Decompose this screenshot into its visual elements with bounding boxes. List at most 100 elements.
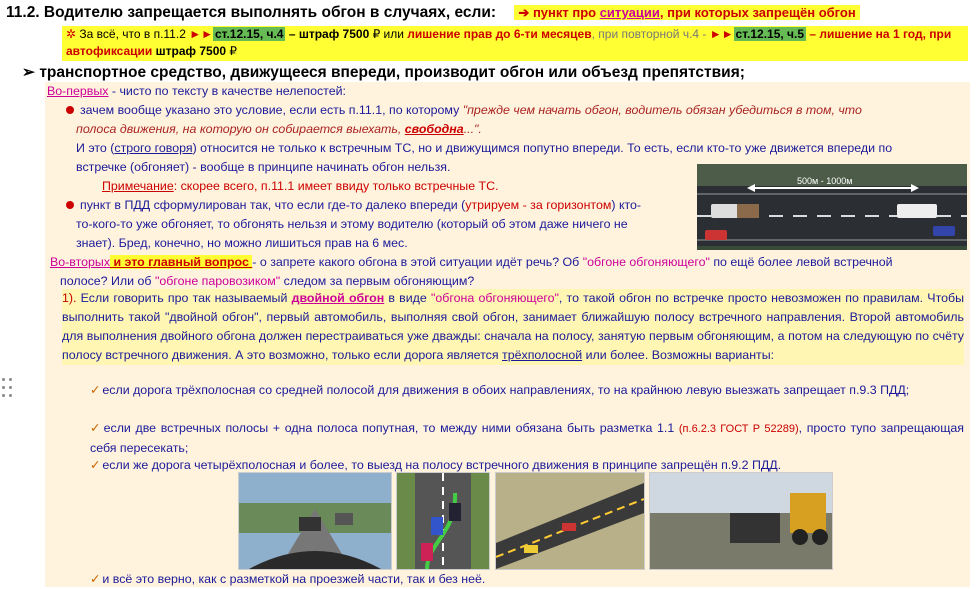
main-question: и это главный вопрос	[110, 255, 253, 269]
free-word: свободна	[404, 122, 464, 136]
first-label: Во-первых	[47, 84, 109, 98]
three-lane-word: трёхполосной	[502, 348, 583, 362]
situations-link[interactable]: ситуации	[600, 5, 660, 20]
quote-overtake-overtaker: "обгоне обгоняющего"	[582, 255, 710, 269]
photo-tractor	[649, 472, 833, 570]
fine-text-2: штраф 7500	[152, 44, 230, 58]
article-link-2[interactable]: ст.12.15, ч.5	[733, 27, 807, 41]
bullet-2-text-2: то-кого-то уже обгоняет, то обгонять нел…	[76, 217, 628, 231]
road-illustration: 500м - 1000м	[697, 164, 967, 250]
blue-car-icon-2	[431, 517, 443, 535]
deprivation-year-text: – лишение на 1 год, при	[806, 27, 952, 41]
second-text-1: - о запрете какого обгона в этой ситуаци…	[252, 255, 583, 269]
point-1-text-d: или более. Возможны варианты:	[582, 348, 775, 362]
point-1-paragraph: 1). Если говорить про так называемый дво…	[62, 289, 964, 365]
photo-road-diagram	[396, 472, 490, 570]
bullet-2-line-3: знает). Бред, конечно, но можно лишиться…	[76, 234, 408, 253]
penalty-box: ✲ За всё, что в п.11.2 ►► ст.12.15, ч.4 –…	[62, 26, 968, 61]
double-overtake-link[interactable]: двойной обгон	[292, 291, 385, 305]
strict-suffix: ) относится не только к встречным ТС, но…	[192, 141, 893, 155]
bullet-2-text-b: ) кто-	[611, 198, 642, 212]
second-text-3: полосе? Или об	[60, 274, 155, 288]
bullet-2-text-a: пункт в ПДД сформулирован так, что если …	[80, 198, 466, 212]
article-link-1[interactable]: ст.12.15, ч.4	[212, 27, 286, 41]
note-text: : скорее всего, п.11.1 имеет ввиду тольк…	[173, 179, 499, 193]
pointer-text-end: , при которых запрещён обгон	[659, 5, 856, 20]
variant-4-text: и всё это верно, как с разметкой на прое…	[102, 572, 486, 586]
bullet-2-text-3: знает). Бред, конечно, но можно лишиться…	[76, 236, 408, 250]
quote-end: ...".	[463, 122, 482, 136]
variant-3-text: если же дорога четырёхполосная и более, …	[102, 458, 782, 472]
gost-reference: (п.6.2.3 ГОСТ Р 52289)	[678, 423, 799, 435]
check-icon: ✓	[90, 383, 101, 397]
distance-label: 500м - 1000м	[797, 176, 852, 186]
pink-car-icon	[421, 543, 433, 561]
star-icon: ✲	[66, 27, 77, 41]
arrow-right-icon: ➔	[518, 5, 530, 20]
section-title: 11.2. Водителю запрещается выполнять обг…	[6, 4, 860, 22]
photo-car-interior	[238, 472, 392, 570]
variant-2: ✓ если две встречных полосы + одна полоса…	[90, 419, 964, 458]
car-icon	[299, 517, 321, 531]
first-text: - чисто по тексту в качестве нелепостей:	[108, 84, 346, 98]
quote-11-1-b: полоса движения, на которую он собираетс…	[76, 122, 405, 136]
bullet-dot-icon	[66, 106, 74, 114]
drag-handle-icon[interactable]	[2, 378, 14, 400]
second-text-2: по ещё более левой встречной	[709, 255, 893, 269]
variant-1: ✓ если дорога трёхполосная со средней пол…	[90, 381, 964, 400]
bullet-1-line-1: зачем вообще указано это условие, если е…	[66, 101, 862, 120]
bullet-1-text-4: встречке (обгоняет) - вообще в принципе …	[76, 160, 451, 174]
blue-car-icon	[933, 226, 955, 236]
point-1-quote: "обгона обгоняющего"	[431, 291, 559, 305]
second-label: Во-вторых	[50, 255, 111, 269]
section-title-text: 11.2. Водителю запрещается выполнять обг…	[6, 4, 497, 21]
check-icon-3: ✓	[90, 458, 101, 472]
red-car-icon	[705, 230, 727, 240]
point-1-text-b: в виде	[384, 291, 431, 305]
quote-11-1-a: "прежде чем начать обгон, водитель обяза…	[462, 103, 862, 117]
bullet-1-line-4: встречке (обгоняет) - вообще в принципе …	[76, 158, 450, 177]
car-rear-icon	[730, 513, 780, 543]
tractor-icon	[790, 493, 826, 533]
bullet-1-line-3: И это (строго говоря) относится не тольк…	[76, 139, 892, 158]
note-line: Примечание: скорее всего, п.11.1 имеет в…	[102, 177, 499, 196]
bullet-dot-icon-2	[66, 201, 74, 209]
deprivation-text: лишение прав до 6-ти месяцев	[407, 27, 592, 41]
note-label: Примечание	[102, 179, 174, 193]
check-icon-2: ✓	[90, 421, 102, 435]
repeat-text: , при повторной ч.4 -	[591, 27, 710, 41]
red-car-icon-2	[562, 523, 576, 531]
arrow-bullet-icon: ➢	[22, 64, 35, 81]
variant-4: ✓ и всё это верно, как с разметкой на про…	[90, 570, 485, 589]
first-line: Во-первых - чисто по тексту в качестве н…	[47, 82, 346, 101]
autofix-text: автофиксации	[66, 44, 153, 58]
bullet-1-line-2: полоса движения, на которую он собираетс…	[76, 120, 482, 139]
rule-subheading-text: транспортное средство, движущееся вперед…	[39, 64, 745, 81]
strict-prefix: И это (	[76, 141, 115, 155]
yellow-car-icon	[524, 545, 538, 553]
bullet-2-line-1: пункт в ПДД сформулирован так, что если …	[66, 196, 641, 215]
dark-car-icon	[449, 503, 461, 521]
exaggerate-text: утрируем - за горизонтом	[465, 198, 612, 212]
rule-subheading: ➢ транспортное средство, движущееся впер…	[22, 63, 745, 82]
photo-road-render	[495, 472, 645, 570]
or-text: или	[380, 27, 408, 41]
penalty-text: За всё, что в п.11.2	[76, 27, 190, 41]
bullet-2-line-2: то-кого-то уже обгоняет, то обгонять нел…	[76, 215, 628, 234]
quote-train: "обгоне паровозиком"	[154, 274, 281, 288]
variant-2-text-a: если две встречных полосы + одна полоса …	[103, 421, 679, 435]
fine-text: – штраф 7500	[285, 27, 373, 41]
pointer-text: пункт про	[532, 5, 600, 20]
ruble-sign-2: ₽	[229, 44, 238, 58]
variant-1-text: если дорога трёхполосная со средней поло…	[102, 383, 910, 397]
bullet-1-text-a: зачем вообще указано это условие, если е…	[80, 103, 463, 117]
truck-2-icon	[897, 204, 937, 218]
check-icon-4: ✓	[90, 572, 101, 586]
point-1-number: 1).	[62, 291, 77, 305]
strict-link[interactable]: строго говоря	[114, 141, 192, 155]
second-line-1: Во-вторых и это главный вопрос - о запре…	[50, 253, 893, 272]
play-triangles-icon-2: ►►	[709, 27, 734, 41]
play-triangles-icon: ►►	[189, 27, 213, 41]
second-text-4: следом за первым обгоняющим?	[280, 274, 475, 288]
point-1-text-a: Если говорить про так называемый	[76, 291, 292, 305]
